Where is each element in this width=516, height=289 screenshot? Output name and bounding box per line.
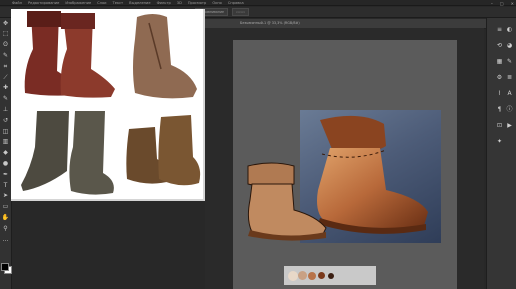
quick-select-tool-icon[interactable]: ✎ [1,52,10,59]
history-brush-tool-icon[interactable]: ↺ [1,117,10,124]
hand-tool-icon[interactable]: ✋ [1,214,10,221]
marquee-tool-icon[interactable]: ⬚ [1,31,10,38]
actions-panel-icon[interactable]: ▶ [505,122,514,129]
menu-item[interactable]: Окно [212,1,222,5]
paths-panel-icon[interactable]: ⌇ [495,90,504,97]
brush-tool-icon[interactable]: ✎ [1,96,10,103]
menu-item[interactable]: 3D [177,1,182,5]
color-palette [284,266,376,285]
menu-item[interactable]: Слои [97,1,106,5]
color-swatch[interactable] [318,272,325,279]
info-panel-icon[interactable]: ⓘ [505,106,514,113]
color-panel-icon[interactable]: ◕ [505,42,514,49]
eyedropper-tool-icon[interactable]: ⟋ [1,74,10,81]
eraser-tool-icon[interactable]: ◫ [1,128,10,135]
reference-boot-brown-laced [121,107,203,199]
menu-item[interactable]: Просмотр [188,1,206,5]
move-tool-icon[interactable]: ✥ [1,20,10,27]
healing-tool-icon[interactable]: ✚ [1,85,10,92]
zoom-tool-icon[interactable]: ⚲ [1,225,10,232]
type-tool-icon[interactable]: T [1,182,10,189]
reference-boot-red-tall [11,9,120,105]
dodge-tool-icon[interactable]: ● [1,160,10,167]
panels-dock: ≡ ◐ ⟲ ◕ ▦ ✎ ⚙ ≣ ⌇ A ¶ ⓘ ⊡ ▶ ✦ [486,18,516,289]
swatches-panel-icon[interactable]: ▦ [495,58,504,65]
properties-panel-icon[interactable]: ⚙ [495,74,504,81]
lasso-tool-icon[interactable]: ʘ [1,42,10,49]
reference-images [11,9,205,201]
more-tools-icon[interactable]: … [1,236,10,243]
menu-item[interactable]: Редактирование [28,1,59,5]
shape-tool-icon[interactable]: ▭ [1,204,10,211]
stamp-tool-icon[interactable]: ⊥ [1,106,10,113]
tool-presets-panel-icon[interactable]: ✦ [495,138,504,145]
color-swatch[interactable] [298,271,307,280]
menu-item[interactable]: Фильтр [157,1,171,5]
menu-item[interactable]: Выделение [129,1,150,5]
reference-boot-grey-tall [11,107,120,199]
color-swatch[interactable] [288,270,298,281]
minimize-icon[interactable]: – [491,1,493,6]
crop-tool-icon[interactable]: ⌗ [1,63,10,70]
painted-boot-small [247,162,327,241]
menu-bar: Файл Редактирование Изображение Слои Текст Вы… [0,0,516,6]
foreground-color-swatch[interactable] [1,263,9,271]
menu-item[interactable]: Изображение [65,1,91,5]
character-panel-icon[interactable]: A [505,90,514,97]
navigator-panel-icon[interactable]: ⊡ [495,122,504,129]
paragraph-panel-icon[interactable]: ¶ [495,106,504,113]
pen-tool-icon[interactable]: ✒ [1,171,10,178]
blur-tool-icon[interactable]: ◆ [1,150,10,157]
brush-panel-icon[interactable]: ✎ [505,58,514,65]
window-controls: – □ ✕ [491,0,514,6]
menu-item[interactable]: Справка [228,1,244,5]
path-select-tool-icon[interactable]: ➤ [1,193,10,200]
layers-panel-icon[interactable]: ≡ [495,26,504,33]
channels-panel-icon[interactable]: ≣ [505,74,514,81]
adjustments-panel-icon[interactable]: ◐ [505,26,514,33]
reference-boot-suede-laced [121,9,203,105]
menu-item[interactable]: Файл [12,1,22,5]
maximize-icon[interactable]: □ [500,1,504,6]
color-swatch[interactable] [328,272,334,279]
history-panel-icon[interactable]: ⟲ [495,42,504,49]
gradient-tool-icon[interactable]: ▥ [1,139,10,146]
document-tab-label[interactable]: Безымянный-1 @ 33,3% (RGB/8#) [240,21,300,25]
options-button[interactable]: ▭▭▭ [232,8,250,16]
menu-item[interactable]: Текст [113,1,124,5]
color-swatch[interactable] [308,271,316,280]
close-icon[interactable]: ✕ [511,1,514,6]
